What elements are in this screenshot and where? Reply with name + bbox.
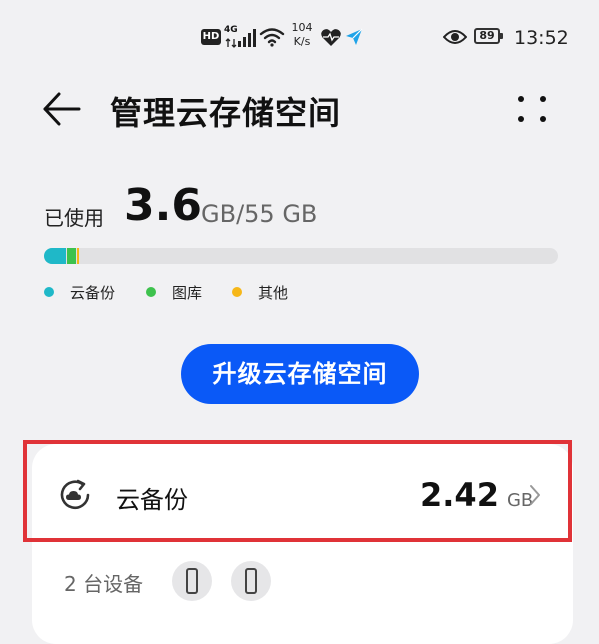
storage-progress-bar — [44, 248, 558, 264]
phone-icon — [231, 561, 271, 601]
status-bar: HD 4G 104 K/s 89 13:52 — [0, 20, 599, 56]
cloud-backup-size: 2.42 GB — [420, 476, 533, 514]
send-icon — [345, 28, 363, 46]
net-speed: 104 K/s — [288, 21, 316, 49]
cloud-backup-card: 云备份 2.42 GB 2 台设备 — [32, 444, 573, 644]
cloud-backup-row[interactable]: 云备份 2.42 GB — [32, 444, 573, 544]
used-value: 3.6 — [124, 180, 202, 231]
legend-dot-other — [232, 287, 242, 297]
cloud-backup-size-value: 2.42 — [420, 476, 499, 514]
legend-label-gallery: 图库 — [172, 284, 203, 302]
net-speed-value: 104 — [291, 21, 313, 34]
page-title: 管理云存储空间 — [110, 94, 342, 132]
heart-rate-icon — [320, 28, 342, 48]
used-label: 已使用 — [44, 206, 104, 230]
battery-icon: 89 — [474, 28, 506, 46]
progress-segment-2 — [77, 248, 79, 264]
total-capacity: GB/55 GB — [201, 200, 318, 228]
network-gen: 4G — [224, 25, 238, 35]
signal-icon: 4G — [224, 25, 258, 49]
upgrade-storage-button[interactable]: 升级云存储空间 — [181, 344, 419, 404]
net-speed-unit: K/s — [293, 35, 311, 48]
legend-item-cloud-backup: 云备份 — [44, 282, 115, 303]
cloud-backup-label: 云备份 — [116, 486, 188, 514]
legend-item-gallery: 图库 — [146, 282, 202, 303]
arrow-left-icon[interactable] — [42, 92, 82, 126]
progress-segment-1 — [67, 248, 76, 264]
devices-count-label: 2 台设备 — [64, 572, 144, 596]
devices-row[interactable]: 2 台设备 — [32, 556, 573, 616]
chevron-right-icon — [528, 484, 542, 506]
legend-label-other: 其他 — [258, 284, 289, 302]
eye-icon — [442, 29, 468, 45]
clock: 13:52 — [514, 27, 569, 49]
legend-item-other: 其他 — [232, 282, 288, 303]
legend-dot-cloud-backup — [44, 287, 54, 297]
cloud-backup-icon — [56, 476, 94, 514]
progress-segment-0 — [44, 248, 66, 264]
battery-level: 89 — [474, 28, 500, 44]
wifi-icon — [259, 27, 285, 47]
hd-badge: HD — [201, 29, 221, 45]
more-dots-icon[interactable] — [515, 93, 549, 127]
legend-label-cloud-backup: 云备份 — [70, 284, 116, 302]
legend-dot-gallery — [146, 287, 156, 297]
phone-icon — [172, 561, 212, 601]
